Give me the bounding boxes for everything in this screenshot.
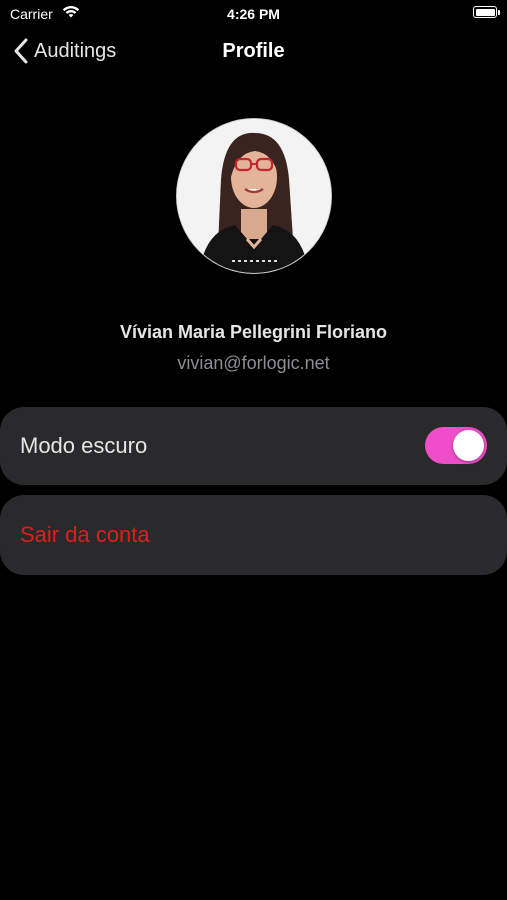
dark-mode-label: Modo escuro	[20, 433, 148, 458]
navigation-bar: Auditings Profile	[0, 28, 507, 76]
user-email: vivian@forlogic.net	[177, 353, 330, 373]
user-name: Vívian Maria Pellegrini Floriano	[119, 322, 388, 342]
toggle-knob	[453, 430, 484, 461]
logout-label: Sair da conta	[20, 522, 150, 547]
status-time: 4:26 PM	[227, 6, 280, 22]
status-bar: Carrier 4:26 PM	[0, 0, 507, 28]
back-button[interactable]: Auditings	[14, 38, 116, 64]
battery-icon	[473, 6, 500, 18]
back-label: Auditings	[34, 39, 117, 62]
dark-mode-row: Modo escuro	[0, 407, 507, 485]
dark-mode-toggle[interactable]	[425, 427, 487, 464]
logout-button[interactable]: Sair da conta	[0, 495, 507, 575]
chevron-left-icon	[14, 38, 28, 64]
avatar	[176, 118, 332, 274]
